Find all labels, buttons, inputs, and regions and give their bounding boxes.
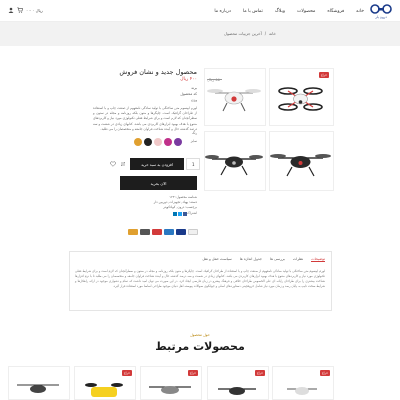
- product-sku: شناسه محصول: ۱۲۳: [169, 195, 197, 199]
- product-image-main[interactable]: حراج: [269, 68, 334, 126]
- cart-icon[interactable]: [17, 7, 23, 13]
- add-to-cart-button[interactable]: افزودن به سبد خرید: [130, 158, 184, 170]
- product-image-4[interactable]: [204, 131, 266, 191]
- heart-icon[interactable]: [110, 161, 116, 167]
- nav-products[interactable]: محصولات: [297, 9, 315, 14]
- payment-visa-icon: [176, 229, 186, 235]
- payment-paypal-icon: [152, 229, 162, 235]
- product-image-3[interactable]: [269, 131, 334, 191]
- tab-size-guide[interactable]: جدول اندازه ها: [240, 257, 262, 262]
- sale-badge: حراج: [319, 370, 330, 376]
- logo-text: درون یار: [374, 15, 387, 19]
- buy-now-button[interactable]: الان بخرید: [120, 176, 197, 190]
- product-price: ۴۰۰ ریال: [180, 77, 197, 82]
- related-product-3[interactable]: حراج: [140, 366, 202, 400]
- quantity-value: 1: [192, 162, 195, 167]
- tab-reviews[interactable]: نظرات: [293, 257, 303, 262]
- related-title: محصولات مرتبط: [155, 340, 245, 353]
- tab-bar: توضیحات نظرات بررسی ها جدول اندازه ها سی…: [202, 257, 325, 262]
- breadcrumb-home[interactable]: خانه: [269, 31, 276, 36]
- share-facebook-icon[interactable]: [183, 212, 187, 216]
- main-nav: خانه فروشگاه محصولات وبلاگ تماس با ما در…: [214, 0, 364, 22]
- nav-blog[interactable]: وبلاگ: [275, 9, 285, 14]
- share-linkedin-icon[interactable]: [173, 212, 177, 216]
- breadcrumb-separator: /: [264, 31, 267, 36]
- drone-black-angle-image: [205, 155, 263, 176]
- meta-label-brand: برند: [191, 86, 197, 90]
- nav-contact[interactable]: تماس با ما: [243, 9, 263, 14]
- breadcrumb: خانه / آخرین جزییات محصول: [224, 31, 276, 36]
- payment-amex-icon: [164, 229, 174, 235]
- tab-shipping[interactable]: سیاست حمل و نقل: [202, 257, 231, 262]
- color-swatch-5[interactable]: [174, 138, 182, 146]
- nav-home[interactable]: خانه: [356, 9, 364, 14]
- share-label: اشتراک:: [185, 211, 197, 215]
- product-category: دسته: پهپاد, تجهیزات, دوربین دار: [153, 200, 197, 204]
- payment-card-icon: [128, 229, 138, 235]
- related-product-1[interactable]: حراج: [272, 366, 334, 400]
- meta-label-sku: کد محصول: [180, 92, 197, 96]
- tab-checks[interactable]: بررسی ها: [270, 257, 285, 262]
- cart-summary[interactable]: ۰ - ۰ ریال: [8, 7, 43, 13]
- product-tabs: توضیحات نظرات بررسی ها جدول اندازه ها سی…: [69, 251, 332, 311]
- share-twitter-icon[interactable]: [178, 212, 182, 216]
- nav-about[interactable]: درباره ما: [214, 9, 231, 14]
- size-label: سایز: [190, 139, 197, 143]
- nav-shop[interactable]: فروشگاه: [327, 9, 344, 14]
- sale-badge: حراج: [187, 370, 198, 376]
- related-product-4[interactable]: حراج: [74, 366, 136, 400]
- product-old-price: ۵۵۰ ریال: [207, 77, 222, 82]
- tab-content: لورم ایپسوم متن ساختگی با تولید سادگی نا…: [75, 269, 325, 288]
- drone-black-image: [270, 154, 331, 177]
- compare-icon[interactable]: [120, 161, 126, 167]
- breadcrumb-band: خانه / آخرین جزییات محصول: [0, 22, 400, 46]
- color-swatch-3[interactable]: [154, 138, 162, 146]
- related-product-5[interactable]: [8, 366, 70, 400]
- product-tags: برچسب: درون, کوادکوپتر: [163, 205, 197, 209]
- payment-discover-icon: [140, 229, 150, 235]
- drone-logo-icon[interactable]: درون یار: [370, 3, 392, 19]
- color-label: رنگ: [191, 131, 197, 135]
- site-header: درون یار خانه فروشگاه محصولات وبلاگ تماس…: [0, 0, 400, 22]
- tab-description[interactable]: توضیحات: [311, 257, 325, 262]
- quantity-stepper[interactable]: 1: [186, 158, 200, 170]
- meta-label-weight: وزن: [190, 98, 197, 102]
- product-short-description: لورم ایپسوم متن ساختگی با تولید سادگی نا…: [93, 106, 197, 131]
- payment-mastercard-icon: [188, 229, 198, 235]
- related-subtitle: حول محصول: [190, 333, 210, 337]
- related-drone-image: [17, 384, 59, 393]
- cart-total: ۰ - ۰ ریال: [26, 7, 43, 13]
- color-swatch-4[interactable]: [164, 138, 172, 146]
- sale-badge: حراج: [254, 370, 265, 376]
- related-product-2[interactable]: حراج: [207, 366, 269, 400]
- color-swatch-2[interactable]: [144, 138, 152, 146]
- product-title: محصول جدید و نشان فروش: [119, 68, 197, 76]
- breadcrumb-current: آخرین جزییات محصول: [224, 31, 262, 36]
- color-swatch-1[interactable]: [134, 138, 142, 146]
- user-icon[interactable]: [8, 7, 14, 13]
- sale-badge: حراج: [318, 72, 329, 78]
- sale-badge: حراج: [121, 370, 132, 376]
